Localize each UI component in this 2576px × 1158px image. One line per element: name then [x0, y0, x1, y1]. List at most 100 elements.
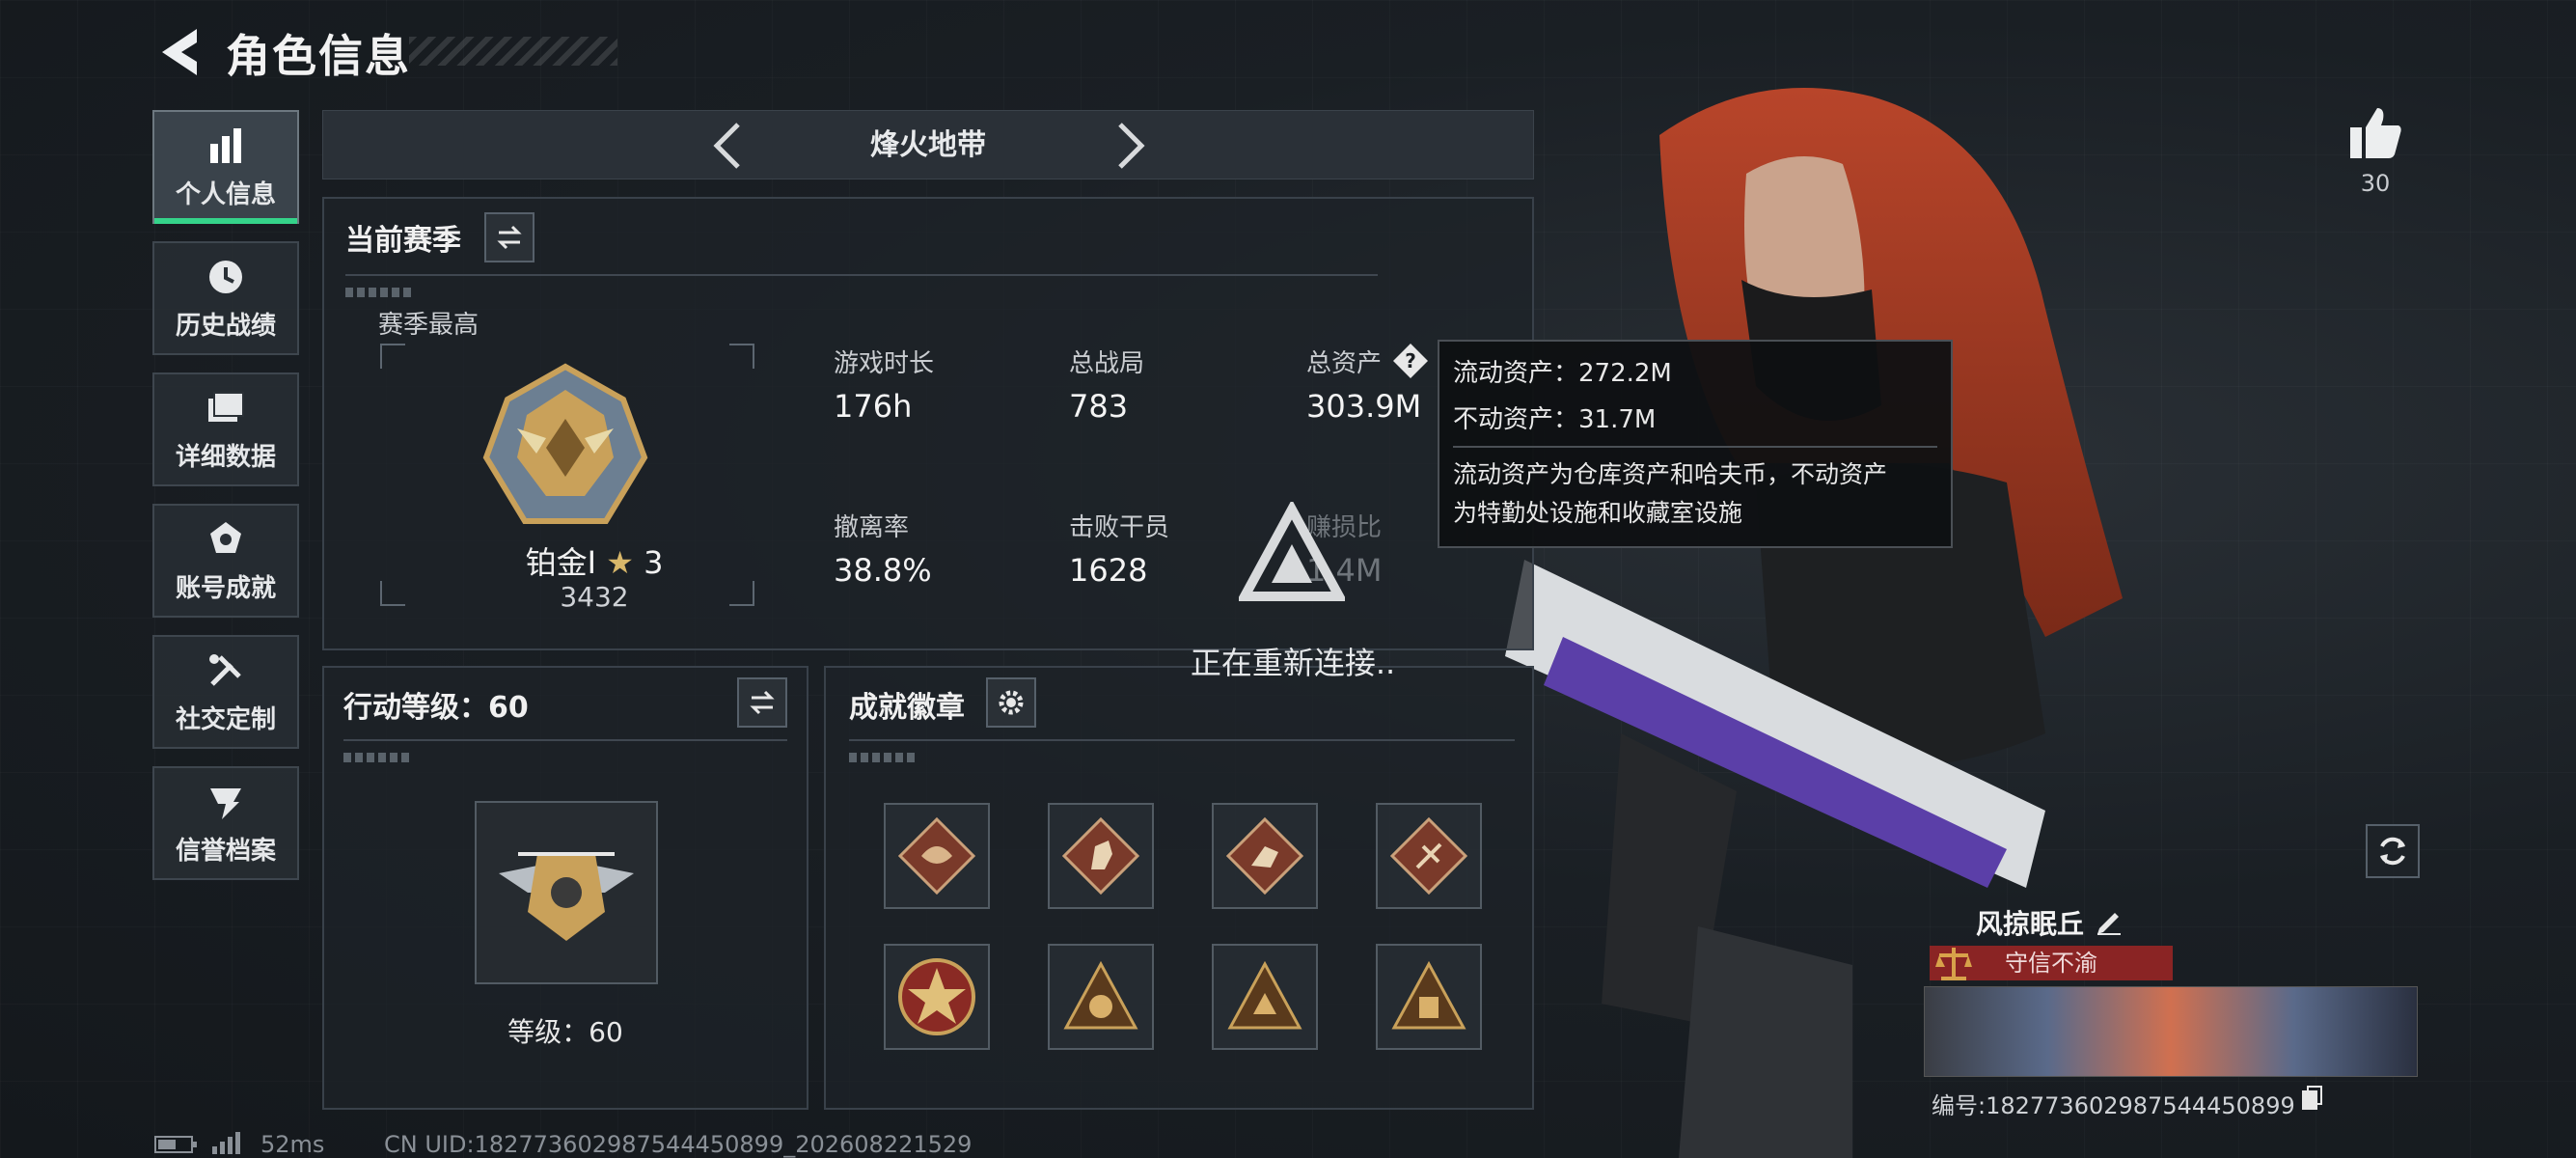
achievement-badge-6[interactable]	[1048, 944, 1154, 1050]
frame-corner	[380, 344, 405, 369]
signal-icon	[212, 1132, 240, 1154]
tooltip-desc-line1: 流动资产为仓库资产和哈夫币，不动资产	[1453, 460, 1888, 488]
triangle-badge-2-icon	[1227, 960, 1302, 1030]
uid-text: CN UID:182773602987544450899_20260822152…	[384, 1131, 973, 1158]
reconnect-text: 正在重新连接..	[1190, 645, 1396, 681]
tooltip-fixed-assets: 不动资产：31.7M	[1453, 405, 1657, 434]
gear-icon	[999, 690, 1024, 715]
stat-label-extraction-rate: 撤离率	[834, 513, 910, 542]
player-id: 编号:182773602987544450899	[1932, 1092, 2295, 1119]
runner-badge-icon	[1226, 817, 1303, 895]
sidebar-item-label: 历史战绩	[175, 311, 276, 341]
frame-corner	[729, 581, 754, 606]
weapon-badge-icon	[1390, 817, 1467, 895]
season-highest-label: 赛季最高	[378, 311, 480, 340]
sidebar-item-detailed-data[interactable]: 详细数据	[152, 372, 299, 486]
swap-icon	[497, 225, 522, 250]
rank-emblem-icon	[482, 363, 648, 524]
clock-icon	[209, 260, 242, 293]
scale-icon	[1935, 948, 1972, 980]
achievement-badge-8[interactable]	[1376, 944, 1482, 1050]
stat-value-total-matches: 783	[1069, 388, 1129, 425]
horse-badge-icon	[1062, 817, 1139, 895]
achievement-badge-7[interactable]	[1212, 944, 1318, 1050]
sidebar-item-history[interactable]: 历史战绩	[152, 241, 299, 355]
triangle-badge-3-icon	[1391, 960, 1466, 1030]
tooltip-liquid-assets: 流动资产：272.2M	[1453, 359, 1672, 388]
season-panel: 当前赛季 赛季最高 铂金Ⅰ ★ 3 3432 游戏时长 176h 总战局 783…	[322, 197, 1534, 650]
rank-stars: 3	[644, 544, 664, 581]
refresh-icon	[2380, 837, 2405, 866]
bar-chart-icon	[210, 127, 241, 163]
level-title: 行动等级：60	[343, 691, 529, 725]
section-divider	[849, 739, 1515, 741]
sidebar-item-personal-info[interactable]: 个人信息	[152, 110, 299, 224]
sidebar-item-social-custom[interactable]: 社交定制	[152, 635, 299, 749]
sidebar-item-label: 个人信息	[175, 179, 276, 209]
tooltip-divider	[1453, 446, 1937, 448]
folder-icon	[208, 391, 244, 422]
achievement-badge-1[interactable]	[884, 803, 990, 909]
medal-icon	[210, 521, 241, 553]
player-name: 风掠眠丘	[1976, 908, 2085, 940]
decor-bars	[849, 753, 917, 762]
player-banner	[1924, 986, 2418, 1077]
ping-text: 52ms	[260, 1131, 325, 1158]
stat-label-total-assets: 总资产	[1306, 349, 1383, 378]
sidebar-item-label: 信誉档案	[175, 836, 276, 866]
star-medal-badge-icon	[898, 958, 975, 1035]
stat-value-operators-defeated: 1628	[1069, 552, 1148, 589]
rank-name: 铂金Ⅰ	[525, 544, 597, 581]
achievement-badge-2[interactable]	[1048, 803, 1154, 909]
achievements-title: 成就徽章	[849, 691, 965, 725]
thumbs-up-icon[interactable]	[2346, 104, 2404, 160]
achievement-badge-4[interactable]	[1376, 803, 1482, 909]
stat-label-operators-defeated: 击败干员	[1069, 513, 1170, 542]
rank-score: 3432	[560, 581, 629, 613]
likes-count: 30	[2360, 170, 2391, 197]
assets-tooltip: 流动资产：272.2M 不动资产：31.7M 流动资产为仓库资产和哈夫币，不动资…	[1438, 340, 1953, 548]
decor-bars	[343, 753, 411, 762]
copy-icon[interactable]	[2300, 1085, 2323, 1112]
season-switch-button[interactable]	[484, 212, 534, 262]
sidebar-item-achievements[interactable]: 账号成就	[152, 504, 299, 618]
sidebar-item-label: 详细数据	[175, 442, 276, 472]
edit-name-icon[interactable]	[2094, 905, 2124, 936]
level-caption: 等级：60	[507, 1016, 623, 1048]
help-icon[interactable]: ?	[1391, 342, 1430, 380]
star-icon: ★	[606, 544, 634, 581]
stat-label-total-matches: 总战局	[1069, 349, 1145, 378]
achievement-badge-5[interactable]	[884, 944, 990, 1050]
season-title: 当前赛季	[345, 224, 461, 258]
rank-line: 铂金Ⅰ ★ 3	[498, 538, 691, 583]
svg-text:?: ?	[1405, 349, 1416, 372]
section-divider	[345, 274, 1378, 276]
achievements-settings-button[interactable]	[986, 677, 1036, 728]
stat-value-extraction-rate: 38.8%	[834, 552, 932, 589]
reputation-icon	[210, 787, 241, 819]
stat-value-total-assets: 303.9M	[1306, 388, 1422, 425]
page-title: 角色信息	[226, 30, 411, 82]
loading-logo-icon	[1239, 502, 1345, 601]
wrench-icon	[209, 653, 241, 686]
dragon-badge-icon	[898, 817, 975, 895]
sidebar-item-label: 账号成就	[175, 573, 276, 603]
battery-icon	[154, 1136, 197, 1153]
level-switch-button[interactable]	[737, 677, 787, 728]
frame-corner	[729, 344, 754, 369]
sidebar-item-label: 社交定制	[175, 704, 276, 734]
level-panel: 行动等级：60 等级：60	[322, 666, 808, 1110]
refresh-button[interactable]	[2366, 824, 2420, 878]
section-divider	[343, 739, 787, 741]
helicopter-emblem-icon	[499, 852, 634, 941]
stat-label-play-time: 游戏时长	[834, 349, 935, 378]
back-arrow-icon[interactable]	[154, 23, 203, 81]
achievement-badge-3[interactable]	[1212, 803, 1318, 909]
mode-name: 烽火地带	[870, 128, 986, 162]
tooltip-desc-line2: 为特勤处设施和收藏室设施	[1453, 499, 1743, 527]
triangle-badge-1-icon	[1063, 960, 1138, 1030]
chevron-right-icon[interactable]	[1105, 121, 1153, 171]
sidebar-item-reputation[interactable]: 信誉档案	[152, 766, 299, 880]
mode-selector: 烽火地带	[322, 110, 1534, 179]
achievements-panel: 成就徽章	[824, 666, 1534, 1110]
